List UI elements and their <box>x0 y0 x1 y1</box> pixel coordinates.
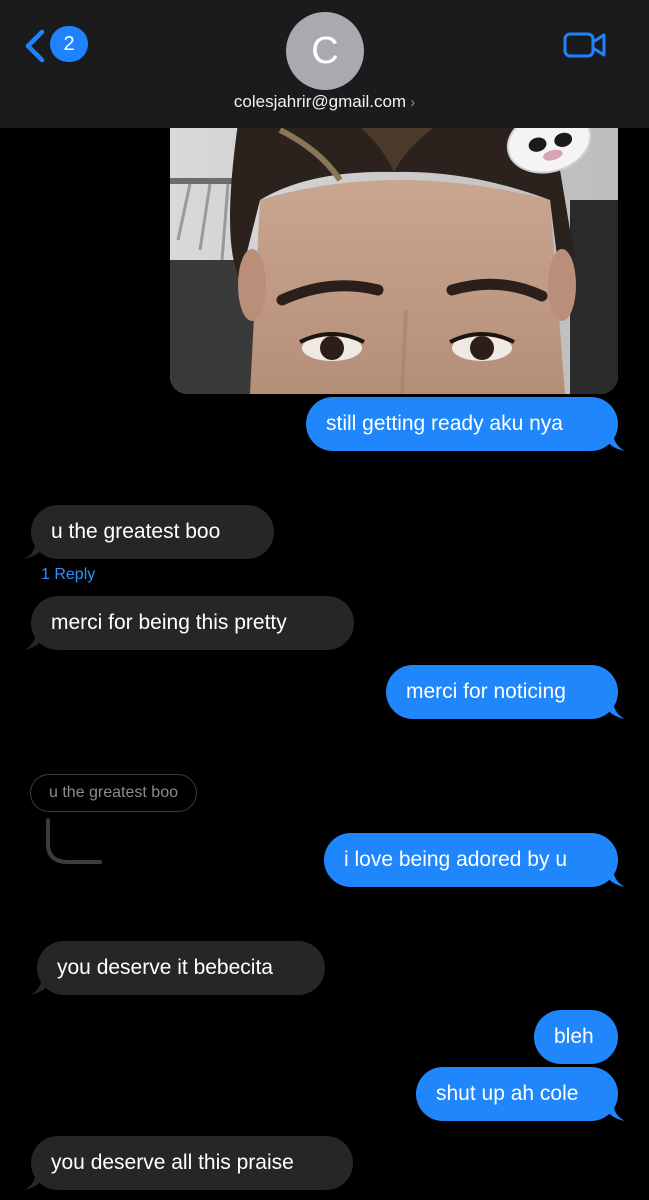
chevron-left-icon <box>25 29 45 63</box>
contact-name-row[interactable]: colesjahrir@gmail.com › <box>0 92 649 112</box>
message-text: still getting ready aku nya <box>326 412 563 435</box>
incoming-message[interactable]: you deserve all this praise <box>24 1136 353 1190</box>
photo-attachment[interactable] <box>170 110 618 394</box>
message-text: u the greatest boo <box>51 520 221 543</box>
bubble-tail <box>603 699 625 719</box>
conversation-header: 2 C colesjahrir@gmail.com › <box>0 0 649 128</box>
outgoing-message[interactable]: still getting ready aku nya <box>306 397 625 451</box>
bubble-tail <box>603 867 625 887</box>
video-camera-icon <box>563 32 606 58</box>
contact-name: colesjahrir@gmail.com <box>233 92 407 111</box>
message-text: shut up ah cole <box>436 1082 579 1105</box>
message-text: you deserve all this praise <box>51 1151 294 1174</box>
bubble-tail <box>30 975 52 995</box>
message-text: bleh <box>554 1025 594 1048</box>
messages-screen: 2 C colesjahrir@gmail.com › still gettin… <box>0 0 649 1200</box>
bubble-tail <box>603 431 625 451</box>
contact-avatar[interactable]: C <box>286 12 364 90</box>
incoming-message[interactable]: u the greatest boo <box>24 505 274 559</box>
outgoing-message[interactable]: i love being adored by u <box>324 833 625 887</box>
bubble-tail <box>24 630 46 650</box>
unread-count-badge: 2 <box>50 26 88 62</box>
bubble-tail <box>24 539 46 559</box>
quoted-reply-preview[interactable]: u the greatest boo <box>30 774 197 812</box>
message-text: i love being adored by u <box>344 848 567 871</box>
message-text: you deserve it bebecita <box>57 956 273 979</box>
bubble-tail <box>24 1170 46 1190</box>
outgoing-message[interactable]: bleh <box>534 1010 618 1064</box>
bubble-tail <box>603 1101 625 1121</box>
thread-reply-count[interactable]: 1 Reply <box>41 566 95 584</box>
reply-connector-line <box>46 818 102 864</box>
outgoing-message[interactable]: shut up ah cole <box>416 1067 625 1121</box>
message-text: merci for noticing <box>406 680 566 703</box>
incoming-message[interactable]: you deserve it bebecita <box>30 941 325 995</box>
incoming-message[interactable]: merci for being this pretty <box>24 596 354 650</box>
back-button[interactable]: 2 <box>22 26 88 66</box>
chevron-right-icon: › <box>410 94 416 111</box>
video-call-button[interactable] <box>563 30 607 60</box>
selfie-photo <box>170 110 618 394</box>
outgoing-message[interactable]: merci for noticing <box>386 665 625 719</box>
message-text: merci for being this pretty <box>51 611 287 634</box>
